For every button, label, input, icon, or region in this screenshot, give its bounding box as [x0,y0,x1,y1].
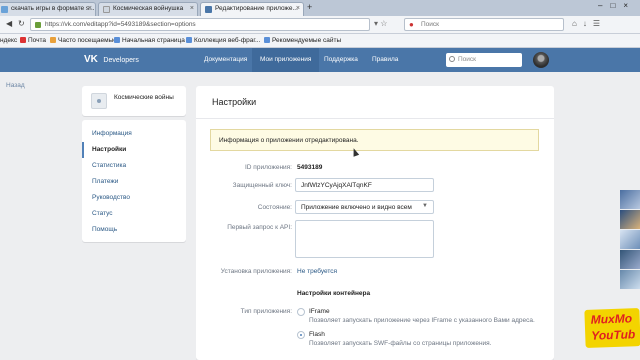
vk-logo-icon: VK [84,54,98,65]
radio-iframe[interactable] [297,308,305,316]
app-id-value: 5493189 [297,164,323,171]
menu-item-status[interactable]: Статус [82,206,186,222]
search-icon [449,56,455,62]
api-request-textarea[interactable] [295,220,434,258]
menu-item-settings[interactable]: Настройки [82,142,186,158]
app-type-label: Тип приложения: [240,308,292,315]
radio-iframe-desc: Позволяет запускать приложение через IFr… [309,317,535,324]
settings-panel: Настройки Информация о приложении отреда… [196,86,554,360]
folder-icon [50,37,56,43]
install-value-link[interactable]: Не требуется [297,268,337,275]
back-link[interactable]: Назад [6,82,25,89]
nav-my-apps[interactable]: Мои приложения [252,48,320,72]
menu-item-payments[interactable]: Платежи [82,174,186,190]
divider [196,118,554,119]
app-icon [91,93,107,109]
radio-flash-desc: Позволяет запускать SWF-файлы со страниц… [309,340,492,347]
nav-documentation[interactable]: Документация [196,48,255,72]
bookmark-item[interactable]: Коллекция веб-фраг... [186,37,260,44]
thumbnail[interactable] [620,270,640,289]
close-icon[interactable]: × [190,5,194,12]
chevron-down-icon: ▼ [422,203,428,209]
page-icon [186,37,192,43]
install-label: Установка приложения: [220,268,292,275]
bookmark-item[interactable]: Рекомендуемые сайты [264,37,341,44]
thumbnail[interactable] [620,250,640,269]
menu-item-info[interactable]: Информация [82,126,186,142]
browser-tab[interactable]: скачать игры в формате s... × [0,2,96,16]
close-icon[interactable]: × [88,5,92,12]
bookmark-item[interactable]: Почта [20,37,46,44]
secret-key-label: Защищенный ключ: [232,182,292,189]
app-name: Космические войны [114,94,174,101]
menu-item-statistics[interactable]: Статистика [82,158,186,174]
page-icon [114,37,120,43]
browser-tab[interactable]: Космическая войнушка × [98,2,198,16]
secret-key-field[interactable]: JnfWlzYCyAjqXAlTqnKF [295,178,434,192]
mail-icon [20,37,26,43]
close-icon[interactable]: × [296,5,300,12]
page-title: Настройки [212,97,257,107]
page-icon [264,37,270,43]
vk-header: VK Developers Документация Мои приложени… [0,48,640,72]
thumbnail[interactable] [620,230,640,249]
lock-icon [35,22,41,28]
browser-toolbar: ◀ ↻ https://vk.com/editapp?id=5493189&se… [0,16,640,34]
api-request-label: Первый запрос к API: [227,224,292,231]
bookmark-item[interactable]: ндекс [0,37,17,44]
nav-rules[interactable]: Правила [364,48,406,72]
success-notice: Информация о приложении отредактирована. [210,129,539,151]
page-favicon-icon [103,6,110,13]
vk-logo[interactable]: VK Developers [84,54,139,65]
bookmarks-bar: ндекс Почта Часто посещаемые Начальная с… [0,34,640,48]
reload-icon[interactable]: ↻ [18,19,25,28]
vk-search-input[interactable]: Поиск [446,53,522,67]
page-favicon-icon [1,6,8,13]
menu-item-help[interactable]: Помощь [82,222,186,238]
radio-iframe-label[interactable]: IFrame [309,308,330,315]
settings-menu: Информация Настройки Статистика Платежи … [82,120,186,242]
avatar[interactable] [533,52,549,68]
new-tab-button[interactable]: + [307,2,312,12]
nav-support[interactable]: Поддержка [316,48,366,72]
thumbnail[interactable] [620,210,640,229]
vk-favicon-icon [205,6,212,13]
window-controls[interactable]: –□× [598,1,636,10]
radio-flash-label[interactable]: Flash [309,331,325,338]
browser-tools-icons[interactable]: ⌂↓☰ [572,19,606,28]
app-id-label: ID приложения: [245,164,292,171]
bookmark-item[interactable]: Начальная страница [114,37,185,44]
side-thumbnails [620,190,640,290]
browser-tab-active[interactable]: Редактирование приложе... × [200,2,304,16]
menu-item-guide[interactable]: Руководство [82,190,186,206]
bookmark-item[interactable]: Часто посещаемые [50,37,117,44]
back-arrow-icon[interactable]: ◀ [6,19,12,28]
bookmark-star-icon[interactable]: ▾ ☆ [374,19,387,28]
search-engine-icon: ● [409,20,414,29]
state-select[interactable]: Приложение включено и видно всем ▼ [295,200,434,214]
browser-search-input[interactable]: ● Поиск [404,18,564,31]
app-card: Космические войны [82,86,186,116]
container-settings-heading: Настройки контейнера [297,290,371,297]
thumbnail[interactable] [620,190,640,209]
watermark-logo: MuxMo YouTub [584,308,640,348]
address-bar[interactable]: https://vk.com/editapp?id=5493189&sectio… [30,18,370,31]
state-label: Состояние: [257,204,292,211]
browser-tab-bar: скачать игры в формате s... × Космическа… [0,0,640,16]
radio-flash[interactable] [297,331,305,339]
